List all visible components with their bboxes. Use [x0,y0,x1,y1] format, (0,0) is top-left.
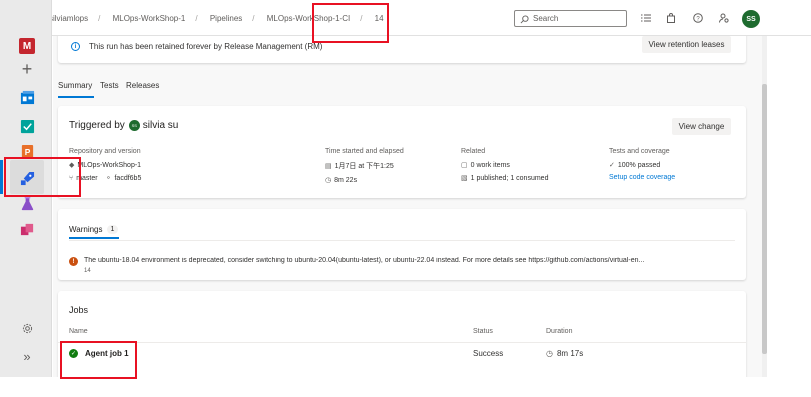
help-icon[interactable]: ? [692,12,704,24]
repo-header: Repository and version [69,148,141,155]
warning-source: 14 [84,268,91,274]
tests-header: Tests and coverage [609,148,670,155]
jobs-col-name: Name [69,328,88,335]
jobs-col-status: Status [473,328,493,335]
artifacts-line: ▧ 1 published; 1 consumed [461,174,549,183]
tab-tests[interactable]: Tests [100,81,119,90]
commit-icon: ⚬ [105,175,112,182]
search-placeholder: Search [533,14,559,23]
annotation-box-pipelines [4,157,81,197]
work-items[interactable]: 0 work items [471,162,510,169]
published-consumed[interactable]: 1 published; 1 consumed [471,175,549,182]
warning-icon: ! [69,257,78,266]
artifacts-icon[interactable] [19,221,35,237]
tests-column: Tests and coverage ✓ 100% passed Setup co… [609,148,675,186]
warnings-card: Warnings 1 ! The ubuntu-18.04 environmen… [58,209,746,280]
scrollbar-thumb[interactable] [762,84,767,354]
jobs-col-duration: Duration [546,328,573,335]
view-change-button[interactable]: View change [672,118,731,135]
add-icon[interactable]: + [19,59,35,79]
main-scrollbar[interactable] [762,36,767,377]
time-header: Time started and elapsed [325,148,404,155]
list-icon[interactable] [640,12,652,24]
passed-rate[interactable]: 100% passed [618,162,660,169]
warnings-title: Warnings [69,225,103,234]
retention-message: This run has been retained forever by Re… [89,42,323,51]
repos-icon[interactable] [19,118,35,134]
tab-releases[interactable]: Releases [126,81,159,90]
boards-icon[interactable] [19,89,35,105]
table-row[interactable]: ✓ Agent job 1 Success ◷ 8m 17s [58,343,746,365]
triggered-user[interactable]: silvia su [143,120,179,131]
search-input[interactable]: Search [514,10,627,27]
project-icon[interactable]: M [19,38,35,54]
retention-info: i This run has been retained forever by … [71,42,322,51]
passed-line: ✓ 100% passed [609,161,675,170]
job-duration-value: 8m 17s [556,349,584,358]
jobs-title: Jobs [69,305,89,315]
gear-icon[interactable] [19,320,35,336]
breadcrumb-project[interactable]: MLOps-WorkShop-1 [113,14,186,23]
clock-icon: ◷ [546,349,553,358]
svg-text:P: P [24,146,30,156]
warning-message[interactable]: The ubuntu-18.04 environment is deprecat… [84,257,724,264]
warnings-divider [69,240,735,241]
artifact-icon: ▧ [461,175,468,182]
related-header: Related [461,148,486,155]
related-column: Related ▢ 0 work items ▧ 1 published; 1 co… [461,148,548,187]
user-avatar[interactable]: SS [742,10,760,28]
warnings-header[interactable]: Warnings 1 [69,225,119,234]
triggered-user-avatar: SS [128,120,140,131]
repo-name[interactable]: MLOps-WorkShop-1 [77,162,141,169]
collapse-icon[interactable]: » [19,348,35,364]
elapsed-time: 8m 22s [334,176,358,184]
annotation-box-job [60,341,137,379]
retention-banner: i This run has been retained forever by … [58,36,746,63]
commit-id[interactable]: facdf6b5 [114,175,141,182]
coverage-line: Setup code coverage [609,174,675,181]
warnings-count: 1 [106,225,119,234]
time-column: Time started and elapsed ▤ 1月7日 at 下午1:25… [325,148,404,189]
main-content: i This run has been retained forever by … [53,36,762,377]
view-retention-leases-button[interactable]: View retention leases [642,36,731,53]
job-duration: ◷ 8m 17s [546,349,583,358]
started-time: 1月7日 at 下午1:25 [334,163,394,170]
breadcrumb-pipelines[interactable]: Pipelines [210,14,242,23]
info-icon: i [71,42,80,51]
setup-coverage-link[interactable]: Setup code coverage [609,174,675,181]
check-circle-icon: ✓ [609,162,615,169]
jobs-card: Jobs Name Status Duration ✓ Agent job 1 … [58,291,746,377]
calendar-icon: ▤ [325,163,332,170]
tab-active-underline [58,96,94,98]
annotation-box-run [312,3,389,43]
search-icon [520,14,529,29]
tab-summary[interactable]: Summary [58,81,92,90]
clock-icon: ◷ [325,177,332,184]
triggered-card: Triggered by SS silvia su View change Re… [58,106,746,198]
elapsed-line: ◷ 8m 22s [325,176,404,185]
top-bar: silviamlops / MLOps-WorkShop-1/ Pipelines… [0,0,811,36]
started-line: ▤ 1月7日 at 下午1:25 [325,161,404,171]
triggered-title: Triggered by SS silvia su [69,120,178,131]
triggered-label: Triggered by [69,120,125,131]
user-settings-icon[interactable] [718,12,730,24]
job-status: Success [473,349,504,358]
work-items-line: ▢ 0 work items [461,161,548,170]
work-item-icon: ▢ [461,162,468,169]
warnings-underline [69,237,119,239]
breadcrumb-org[interactable]: silviamlops [49,14,88,23]
shopping-bag-icon[interactable] [665,12,677,24]
test-flask-icon[interactable] [19,195,35,211]
